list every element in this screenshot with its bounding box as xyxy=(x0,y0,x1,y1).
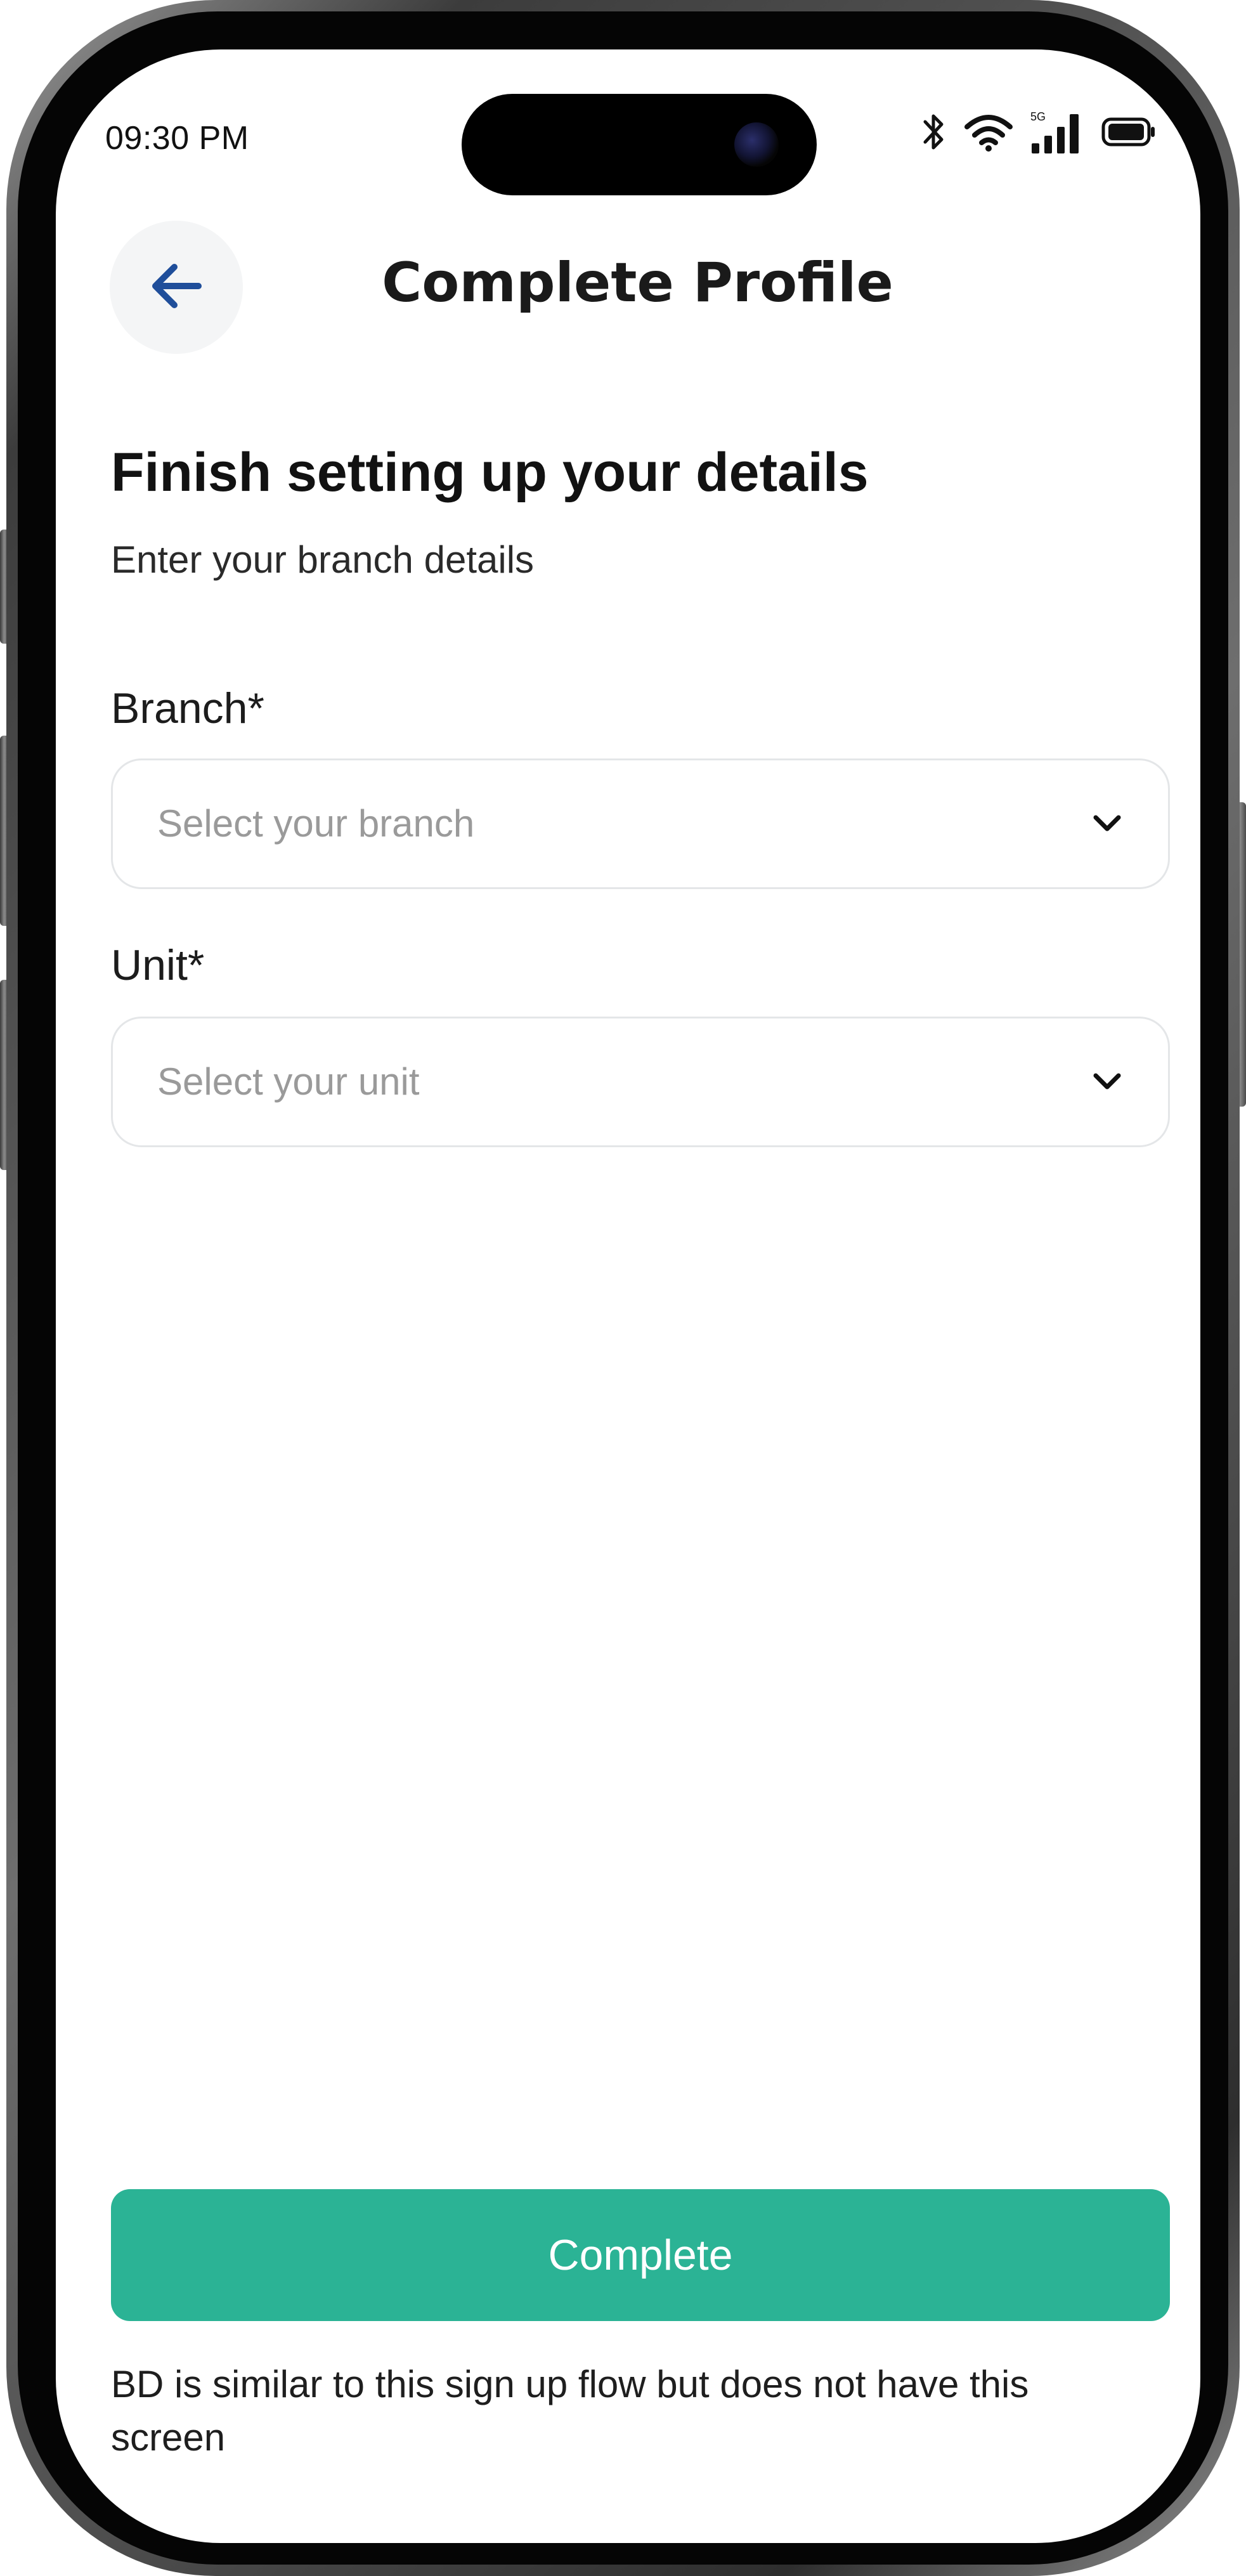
battery-icon xyxy=(1101,116,1156,148)
cellular-signal-icon: 5G xyxy=(1030,109,1085,155)
dynamic-island xyxy=(462,94,817,195)
unit-label: Unit* xyxy=(111,941,205,989)
complete-button[interactable]: Complete xyxy=(111,2189,1170,2321)
status-time: 09:30 PM xyxy=(105,120,249,157)
phone-screen: 09:30 PM 5G Complete Profile Finish sett… xyxy=(56,49,1200,2543)
page-title: Complete Profile xyxy=(382,251,893,315)
unit-select[interactable]: Select your unit xyxy=(111,1017,1170,1147)
section-heading: Finish setting up your details xyxy=(111,442,869,503)
network-type-label: 5G xyxy=(1030,110,1046,123)
chevron-down-icon xyxy=(1092,810,1122,838)
branch-select[interactable]: Select your branch xyxy=(111,758,1170,889)
phone-frame: 09:30 PM 5G Complete Profile Finish sett… xyxy=(6,0,1240,2576)
phone-bezel: 09:30 PM 5G Complete Profile Finish sett… xyxy=(18,11,1228,2565)
unit-select-placeholder: Select your unit xyxy=(157,1060,420,1103)
footer-note: BD is similar to this sign up flow but d… xyxy=(111,2363,1029,2459)
chevron-down-icon xyxy=(1092,1068,1122,1096)
branch-select-placeholder: Select your branch xyxy=(157,802,475,845)
bluetooth-icon xyxy=(921,112,947,152)
wifi-icon xyxy=(963,112,1014,152)
section-subheading: Enter your branch details xyxy=(111,538,535,581)
camera-icon xyxy=(734,122,779,167)
status-icons: 5G xyxy=(921,103,1156,160)
branch-label: Branch* xyxy=(111,684,264,732)
